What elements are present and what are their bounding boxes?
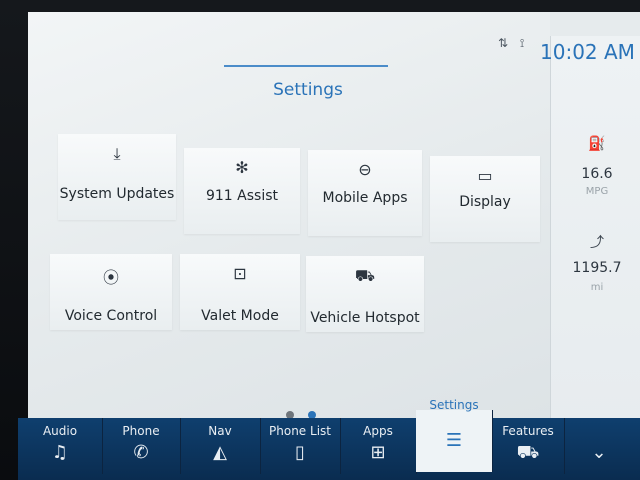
display-icon: ▭ <box>477 166 493 185</box>
nav-label: Settings <box>429 398 479 412</box>
sliders-icon: ☰ <box>445 430 463 451</box>
tile-label: Valet Mode <box>201 308 279 324</box>
nav-expand[interactable]: ⌄ <box>564 418 634 474</box>
tile-label: Display <box>459 194 511 210</box>
page-title: Settings <box>273 80 343 100</box>
nav-label: Audio <box>42 424 78 438</box>
nav-features[interactable]: Features ⛟ <box>492 418 565 474</box>
fuel-icon: ⛽ <box>588 136 606 152</box>
nav-label: Apps <box>363 424 393 438</box>
range-icon: ⤴ <box>590 235 604 251</box>
nav-label: Phone <box>122 424 160 438</box>
nav-apps[interactable]: Apps ⊞ <box>340 418 417 474</box>
tile-label: System Updates <box>59 186 175 202</box>
download-icon: ⤓ <box>113 144 121 163</box>
link-icon: ⊖ <box>358 160 372 179</box>
side-panel: ⛽ 16.6 MPG ⤴ 1195.7 mi <box>550 36 640 480</box>
tile-label: Vehicle Hotspot <box>310 310 420 326</box>
nav-label: Nav <box>208 424 232 438</box>
assist-icon: ✻ <box>235 158 249 177</box>
nav-audio[interactable]: Audio ♫ <box>18 418 103 474</box>
voice-icon: ⦿ <box>102 268 119 287</box>
status-icons: ⇅ ⟟ <box>498 36 529 50</box>
chevron-down-icon: ⌄ <box>591 442 607 463</box>
tile-system-updates[interactable]: ⤓ System Updates <box>58 134 176 220</box>
nav-label: Phone List <box>269 424 331 438</box>
lock-icon: ⊡ <box>233 264 247 283</box>
nav-phone-list[interactable]: Phone List ▯ <box>260 418 341 474</box>
nav-nav[interactable]: Nav ◭ <box>180 418 261 474</box>
tile-label: Mobile Apps <box>322 190 408 206</box>
truck-icon: ⛟ <box>516 442 540 463</box>
music-note-icon: ♫ <box>51 442 69 463</box>
nav-phone[interactable]: Phone ✆ <box>102 418 181 474</box>
tile-label: 911 Assist <box>205 188 278 204</box>
mpg-unit: MPG <box>585 186 609 197</box>
tile-voice-control[interactable]: ⦿ Voice Control <box>50 254 172 330</box>
apps-grid-icon: ⊞ <box>370 442 386 463</box>
nav-settings[interactable]: Settings ☰ <box>416 398 493 472</box>
range-value: 1195.7 <box>572 260 622 276</box>
tile-display[interactable]: ▭ Display <box>430 156 540 242</box>
tile-label: Voice Control <box>64 308 158 324</box>
mpg-value: 16.6 <box>581 166 613 182</box>
settings-panel: ⇅ ⟟ Settings ⤓ System Updates ✻ 911 Assi… <box>28 12 550 419</box>
tile-valet-mode[interactable]: ⊡ Valet Mode <box>180 254 300 330</box>
phone-list-icon: ▯ <box>295 442 305 463</box>
title-underline <box>224 65 388 67</box>
bottom-navbar: Audio ♫ Phone ✆ Nav ◭ Phone List ▯ Apps … <box>18 398 640 480</box>
phone-icon: ✆ <box>133 442 149 463</box>
tile-vehicle-hotspot[interactable]: ⛟ Vehicle Hotspot <box>306 256 424 332</box>
tile-911-assist[interactable]: ✻ 911 Assist <box>184 148 300 234</box>
navigation-arrow-icon: ◭ <box>213 442 227 463</box>
infotainment-screen: ⇅ ⟟ Settings ⤓ System Updates ✻ 911 Assi… <box>28 12 640 480</box>
nav-label: Features <box>502 424 554 438</box>
tile-mobile-apps[interactable]: ⊖ Mobile Apps <box>308 150 422 236</box>
hotspot-icon: ⛟ <box>354 266 376 285</box>
range-unit: mi <box>590 282 604 293</box>
clock: 10:02 AM <box>540 40 635 64</box>
